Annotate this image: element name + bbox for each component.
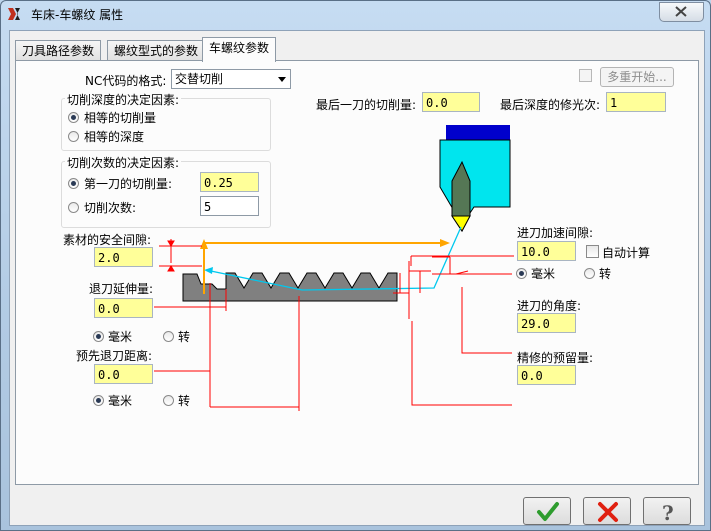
app-logo-icon <box>8 8 20 20</box>
help-button[interactable]: ? <box>643 497 691 525</box>
checkmark-icon <box>537 502 559 521</box>
tool-body <box>439 139 511 217</box>
tab-thread-cut-params[interactable]: 车螺纹参数 <box>202 37 277 62</box>
cancel-icon <box>598 502 618 522</box>
ok-button[interactable] <box>523 497 571 525</box>
title-bar: 车床-车螺纹 属性 <box>1 1 710 27</box>
tool-holder <box>446 125 510 140</box>
tool-tip <box>451 215 471 232</box>
dialog-client-area: 刀具路径参数 螺纹型式的参数 车螺纹参数 NC代码的格式: 交替切削 多重开始.… <box>9 30 705 526</box>
window-close-button[interactable] <box>659 2 704 22</box>
cancel-button[interactable] <box>583 497 631 525</box>
tab-thread-form-params[interactable]: 螺纹型式的参数 <box>107 40 206 61</box>
path-arrow-right <box>440 239 450 247</box>
dialog-window: 车床-车螺纹 属性 刀具路径参数 螺纹型式的参数 车螺纹参数 NC代码的格式: … <box>0 0 711 531</box>
svg-text:?: ? <box>662 501 674 523</box>
tab-panel: NC代码的格式: 交替切削 多重开始... 最后一刀的切削量: 0.0 最后深度… <box>15 60 699 485</box>
close-icon <box>675 6 687 17</box>
window-title: 车床-车螺纹 属性 <box>31 8 124 22</box>
tab-toolpath-params[interactable]: 刀具路径参数 <box>15 40 102 61</box>
help-icon: ? <box>662 501 674 523</box>
dimension-lines <box>154 239 514 411</box>
thread-diagram <box>154 125 514 411</box>
feed-arrow <box>204 267 213 274</box>
